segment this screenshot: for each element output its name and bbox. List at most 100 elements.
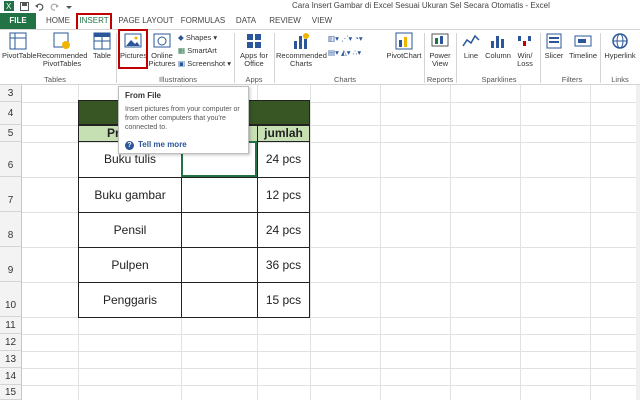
table-icon bbox=[93, 32, 111, 50]
tell-me-more-label: Tell me more bbox=[138, 140, 187, 149]
redo-icon[interactable] bbox=[50, 2, 59, 11]
help-icon: ? bbox=[125, 141, 134, 150]
gridline bbox=[310, 85, 311, 400]
vertical-scrollbar[interactable] bbox=[636, 85, 640, 400]
apps-for-office-button[interactable]: Apps for Office bbox=[238, 32, 270, 68]
screenshot-icon: ▣ bbox=[178, 59, 186, 68]
row-header[interactable]: 10 bbox=[0, 282, 22, 317]
table-cell-qty[interactable]: 12 pcs bbox=[257, 177, 310, 213]
screenshot-button[interactable]: ▣ Screenshot ▾ bbox=[178, 59, 231, 68]
group-separator bbox=[234, 33, 235, 83]
sparkline-column-button[interactable]: Column bbox=[484, 32, 512, 60]
smartart-button[interactable]: ▦ SmartArt bbox=[178, 46, 217, 55]
row-header[interactable]: 8 bbox=[0, 212, 22, 247]
table-cell-qty[interactable]: 24 pcs bbox=[257, 212, 310, 248]
row-header[interactable]: 12 bbox=[0, 334, 22, 351]
table-cell-qty[interactable]: 24 pcs bbox=[257, 141, 310, 178]
timeline-icon bbox=[574, 35, 592, 47]
chart-type-gallery-2[interactable]: ▤▾ ◭▾ ∴▾ bbox=[328, 48, 361, 57]
group-label-filters: Filters bbox=[561, 75, 583, 84]
timeline-button[interactable]: Timeline bbox=[568, 32, 598, 60]
table-button[interactable]: Table bbox=[90, 32, 114, 60]
table-cell-product[interactable]: Penggaris bbox=[78, 282, 182, 318]
group-separator bbox=[456, 33, 457, 83]
table-header-jumlah[interactable]: jumlah bbox=[257, 125, 310, 142]
undo-icon[interactable] bbox=[35, 2, 44, 11]
pictures-tooltip: From File Insert pictures from your comp… bbox=[118, 86, 249, 154]
tab-view[interactable]: VIEW bbox=[308, 13, 336, 29]
tab-file[interactable]: FILE bbox=[0, 13, 36, 29]
tab-insert[interactable]: INSERT bbox=[76, 13, 112, 29]
group-label-reports: Reports bbox=[426, 75, 454, 84]
tooltip-title: From File bbox=[125, 91, 162, 100]
group-label-tables: Tables bbox=[44, 75, 66, 84]
power-view-button[interactable]: Power View bbox=[426, 32, 454, 68]
recommended-pivottables-button[interactable]: Recommended PivotTables bbox=[36, 32, 88, 68]
hyperlink-label: Hyperlink bbox=[604, 51, 636, 60]
gridline bbox=[22, 385, 640, 386]
area-chart-icon: ◭▾ bbox=[340, 48, 351, 57]
save-icon[interactable] bbox=[20, 1, 29, 11]
tab-home[interactable]: HOME bbox=[42, 13, 74, 29]
apps-for-office-label: Apps for Office bbox=[240, 51, 268, 68]
row-header[interactable]: 4 bbox=[0, 102, 22, 125]
sparkline-winloss-button[interactable]: Win/ Loss bbox=[514, 32, 536, 68]
smartart-label: SmartArt bbox=[187, 46, 217, 55]
pivotchart-button[interactable]: PivotChart bbox=[386, 32, 422, 60]
line-chart-icon: ⋰▾ bbox=[340, 34, 353, 43]
tab-formulas[interactable]: FORMULAS bbox=[180, 13, 226, 29]
sparkline-winloss-icon bbox=[518, 36, 531, 46]
table-cell-picture[interactable] bbox=[181, 177, 258, 213]
svg-text:X: X bbox=[6, 2, 12, 11]
row-header[interactable]: 15 bbox=[0, 385, 22, 400]
sparkline-line-label: Line bbox=[463, 51, 479, 60]
hyperlink-icon bbox=[612, 33, 628, 49]
tab-page-layout[interactable]: PAGE LAYOUT bbox=[118, 13, 174, 29]
row-header[interactable]: 13 bbox=[0, 351, 22, 368]
window-title: Cara Insert Gambar di Excel Sesuai Ukura… bbox=[292, 1, 550, 10]
recommended-charts-button[interactable]: Recommended Charts bbox=[276, 32, 327, 68]
gridline bbox=[22, 351, 640, 352]
bar-chart-icon: ▤▾ bbox=[328, 48, 339, 57]
row-header[interactable]: 14 bbox=[0, 368, 22, 385]
excel-window: X Cara Insert Gambar di Excel Sesuai Uku… bbox=[0, 0, 640, 400]
table-cell-picture[interactable] bbox=[181, 247, 258, 283]
row-header[interactable]: 3 bbox=[0, 85, 22, 102]
slicer-button[interactable]: Slicer bbox=[542, 32, 566, 60]
table-cell-product[interactable]: Buku gambar bbox=[78, 177, 182, 213]
recommended-charts-icon bbox=[294, 33, 309, 49]
table-cell-product[interactable]: Pensil bbox=[78, 212, 182, 248]
pivotchart-label: PivotChart bbox=[386, 51, 422, 60]
pivottable-button[interactable]: PivotTable bbox=[2, 32, 37, 60]
gridline bbox=[450, 85, 451, 400]
row-header[interactable]: 11 bbox=[0, 317, 22, 334]
shapes-button[interactable]: ◆ Shapes ▾ bbox=[178, 33, 217, 42]
hyperlink-button[interactable]: Hyperlink bbox=[602, 32, 638, 60]
slicer-label: Slicer bbox=[544, 51, 564, 60]
chart-type-gallery[interactable]: ▥▾ ⋰▾ ◔▾ bbox=[328, 34, 363, 43]
row-header[interactable]: 7 bbox=[0, 177, 22, 212]
gridline bbox=[520, 85, 521, 400]
scatter-chart-icon: ∴▾ bbox=[352, 48, 362, 57]
column-chart-icon: ▥▾ bbox=[328, 34, 339, 43]
table-cell-qty[interactable]: 36 pcs bbox=[257, 247, 310, 283]
row-header[interactable]: 5 bbox=[0, 125, 22, 142]
tab-review[interactable]: REVIEW bbox=[268, 13, 302, 29]
tab-data[interactable]: DATA bbox=[232, 13, 260, 29]
pie-chart-icon: ◔▾ bbox=[354, 34, 363, 43]
pictures-highlight-box bbox=[118, 29, 148, 69]
table-cell-picture[interactable] bbox=[181, 282, 258, 318]
sparkline-line-button[interactable]: Line bbox=[460, 32, 482, 60]
power-view-icon bbox=[431, 33, 449, 47]
group-label-illustrations: Illustrations bbox=[159, 75, 197, 84]
row-header[interactable]: 6 bbox=[0, 142, 22, 177]
recommended-pivottables-icon bbox=[53, 32, 70, 49]
online-pictures-button[interactable]: Online Pictures bbox=[148, 32, 176, 68]
table-cell-product[interactable]: Pulpen bbox=[78, 247, 182, 283]
quick-access-toolbar: X bbox=[4, 1, 73, 11]
table-cell-qty[interactable]: 15 pcs bbox=[257, 282, 310, 318]
customize-qat-icon[interactable] bbox=[65, 2, 73, 11]
tell-me-more-link[interactable]: ? Tell me more bbox=[125, 140, 187, 150]
row-header[interactable]: 9 bbox=[0, 247, 22, 282]
table-cell-picture[interactable] bbox=[181, 212, 258, 248]
